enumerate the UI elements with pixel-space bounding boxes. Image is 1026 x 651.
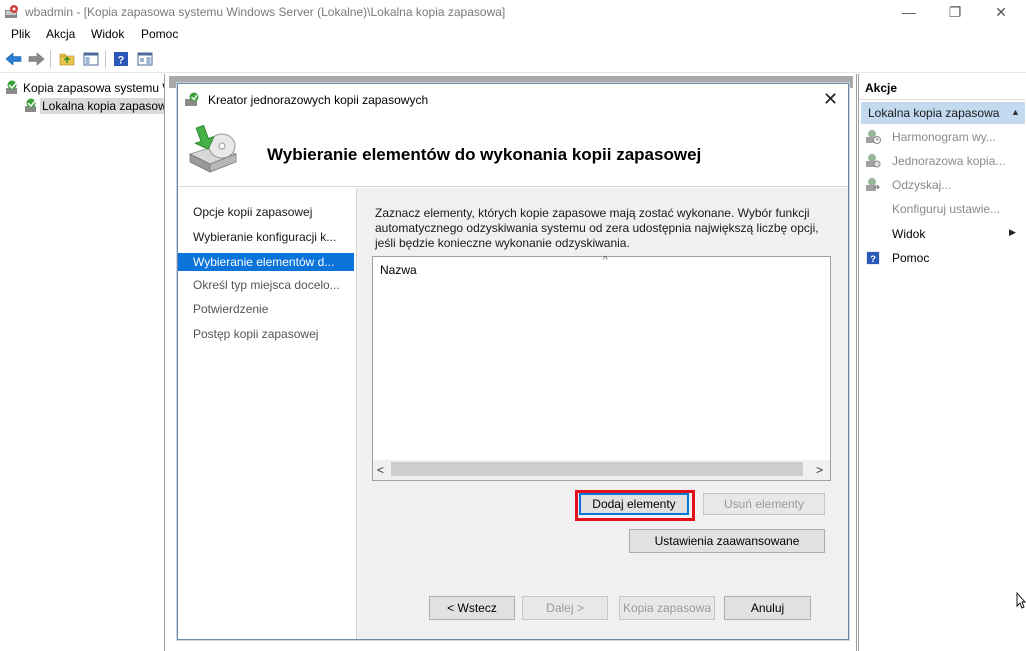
menu-widok[interactable]: Widok [91, 27, 124, 41]
advanced-settings-button[interactable]: Ustawienia zaawansowane [629, 529, 825, 553]
sort-indicator-icon: ^ [603, 255, 608, 266]
scroll-thumb[interactable] [391, 462, 803, 476]
menu-plik[interactable]: Plik [11, 27, 30, 41]
action-backup-once[interactable]: Jednorazowa kopia... [865, 152, 1025, 170]
close-window-button[interactable]: ✕ [978, 0, 1024, 24]
svg-text:?: ? [870, 254, 876, 265]
step-select-configuration[interactable]: Wybieranie konfiguracji k... [178, 228, 354, 246]
resize-cursor-icon [1016, 592, 1026, 609]
forward-arrow-icon[interactable] [27, 50, 45, 68]
backup-node-icon [6, 80, 17, 94]
dialog-title: Kreator jednorazowych kopii zapasowych [208, 93, 429, 107]
toolbar-separator [105, 50, 106, 68]
action-label: Jednorazowa kopia... [892, 154, 1006, 168]
backup-drive-icon [188, 124, 238, 173]
backup-app-icon [5, 5, 18, 18]
cancel-button[interactable]: Anuluj [724, 596, 811, 620]
menu-akcja[interactable]: Akcja [46, 27, 75, 41]
submenu-arrow-icon: ▶ [1009, 227, 1016, 237]
wizard-page-heading: Wybieranie elementów do wykonania kopii … [267, 145, 702, 164]
wizard-steps: Opcje kopii zapasowej Wybieranie konfigu… [178, 188, 356, 639]
action-view[interactable]: Widok ▶ [865, 225, 1025, 243]
dialog-close-button[interactable]: ✕ [823, 89, 838, 110]
schedule-backup-icon [865, 129, 881, 145]
next-button[interactable]: Dalej > [522, 596, 608, 620]
menu-pomoc[interactable]: Pomoc [141, 27, 178, 41]
step-select-items[interactable]: Wybieranie elementów d... [178, 253, 354, 271]
tree-item-local-backup[interactable]: Lokalna kopia zapasowa [24, 97, 164, 115]
maximize-button[interactable]: ❐ [932, 0, 978, 24]
tree-item-label: Kopia zapasowa systemu W [23, 81, 165, 95]
back-arrow-icon[interactable] [5, 50, 23, 68]
toolbar-separator [50, 50, 51, 68]
action-label: Widok [892, 227, 926, 241]
action-label: Pomoc [892, 251, 930, 265]
up-folder-icon[interactable] [58, 50, 76, 68]
action-label: Odzyskaj... [892, 178, 952, 192]
step-backup-progress: Postęp kopii zapasowej [193, 327, 319, 341]
step-destination-type: Określ typ miejsca docelo... [193, 278, 340, 292]
console-tree: Kopia zapasowa systemu W Lokalna kopia z… [0, 74, 165, 651]
action-schedule-backup[interactable]: Harmonogram wy... [865, 128, 1025, 146]
highlight-frame [575, 490, 695, 521]
window-title: wbadmin - [Kopia zapasowa systemu Window… [25, 5, 506, 19]
help-icon: ? [865, 250, 881, 266]
wizard-dialog: Kreator jednorazowych kopii zapasowych ✕… [177, 83, 849, 640]
dialog-title-bar: Kreator jednorazowych kopii zapasowych ✕ [178, 84, 848, 114]
scroll-right-icon[interactable]: > [816, 463, 823, 477]
tree-item-label: Lokalna kopia zapasowa [40, 98, 164, 114]
local-backup-icon [25, 98, 36, 112]
action-label: Harmonogram wy... [892, 130, 996, 144]
wizard-content: Zaznacz elementy, których kopie zapasowe… [356, 188, 848, 639]
actions-section-local-backup[interactable]: Lokalna kopia zapasowa ▲ [861, 102, 1025, 124]
wizard-title-icon [185, 92, 199, 106]
backup-button[interactable]: Kopia zapasowa [619, 596, 715, 620]
items-list[interactable]: ^ Nazwa < > [372, 255, 831, 481]
actions-heading: Akcje [859, 74, 1025, 100]
action-configure-settings[interactable]: Konfiguruj ustawie... [865, 200, 1025, 218]
actions-pane: Akcje Lokalna kopia zapasowa ▲ Harmonogr… [858, 74, 1026, 651]
svg-text:?: ? [118, 55, 125, 67]
scroll-left-icon[interactable]: < [377, 463, 384, 477]
instruction-text: Zaznacz elementy, których kopie zapasowe… [375, 206, 819, 250]
back-button[interactable]: < Wstecz [429, 596, 515, 620]
column-header-name[interactable]: Nazwa [380, 263, 417, 277]
recover-icon [865, 177, 881, 193]
show-hide-tree-icon[interactable] [82, 50, 100, 68]
menu-bar: Plik Akcja Widok Pomoc [0, 24, 1026, 45]
horizontal-scrollbar[interactable]: < > [373, 460, 830, 480]
tree-item-backup-root[interactable]: Kopia zapasowa systemu W [5, 79, 165, 97]
step-confirmation: Potwierdzenie [193, 302, 269, 316]
help-icon[interactable]: ? [112, 50, 130, 68]
toolbar: ? [0, 45, 1026, 73]
show-hide-action-pane-icon[interactable] [136, 50, 154, 68]
wizard-header: Wybieranie elementów do wykonania kopii … [178, 114, 848, 187]
remove-items-button[interactable]: Usuń elementy [703, 493, 825, 515]
collapse-triangle-icon[interactable]: ▲ [1011, 107, 1020, 117]
action-recover[interactable]: Odzyskaj... [865, 176, 1025, 194]
step-backup-options[interactable]: Opcje kopii zapasowej [178, 203, 354, 221]
backup-once-icon [865, 153, 881, 169]
action-help[interactable]: ? Pomoc [865, 249, 1025, 267]
title-bar: wbadmin - [Kopia zapasowa systemu Window… [0, 0, 1026, 24]
actions-section-label: Lokalna kopia zapasowa [868, 106, 1000, 120]
minimize-button[interactable]: — [886, 0, 932, 24]
action-label: Konfiguruj ustawie... [892, 202, 1001, 216]
